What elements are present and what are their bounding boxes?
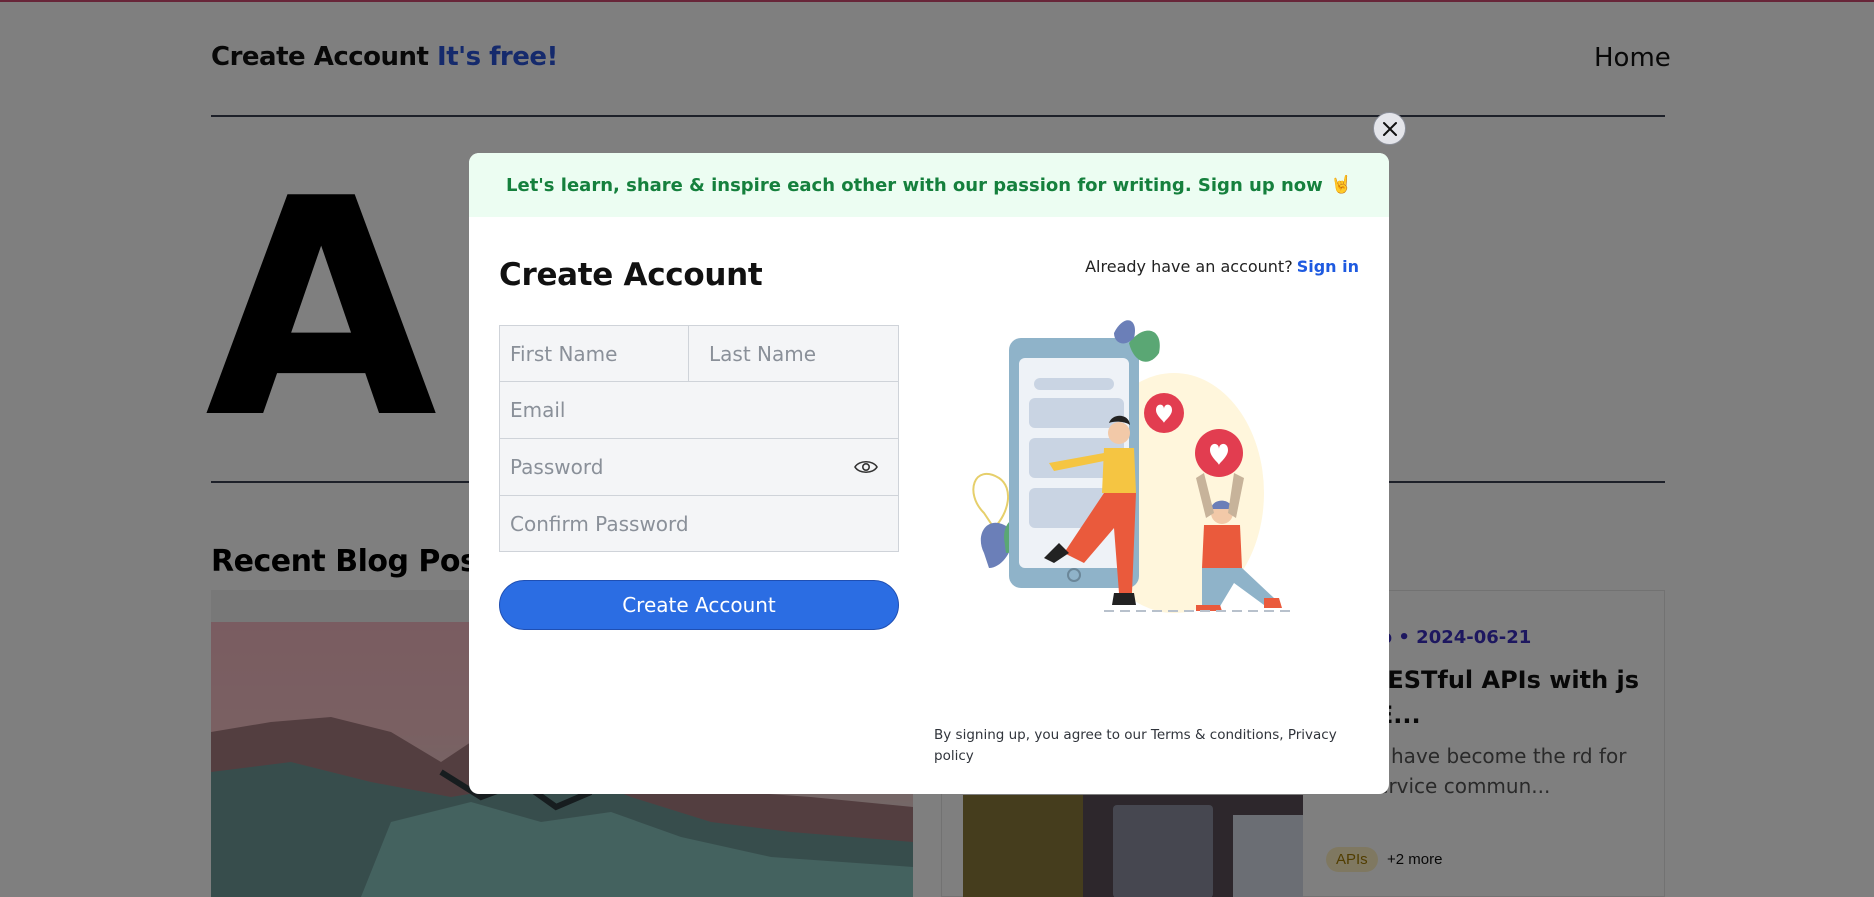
signin-link[interactable]: Sign in [1297,257,1359,276]
first-name-field[interactable]: First Name [499,325,689,382]
eye-icon[interactable] [854,457,878,477]
close-icon [1382,121,1397,136]
password-field[interactable]: Password [499,438,899,496]
signin-prompt-text: Already have an account? [1085,257,1293,276]
modal-title: Create Account [499,257,763,293]
close-button[interactable] [1373,112,1406,145]
signin-prompt: Already have an account? Sign in [1085,257,1359,276]
signup-illustration [972,320,1294,613]
confirm-password-placeholder: Confirm Password [510,511,689,536]
confirm-password-field[interactable]: Confirm Password [499,495,899,552]
signup-modal: Let's learn, share & inspire each other … [469,153,1389,794]
terms-text: By signing up, you agree to our Terms & … [934,727,1337,764]
banner-text: Let's learn, share & inspire each other … [506,174,1323,196]
create-account-button[interactable]: Create Account [499,580,899,630]
password-placeholder: Password [510,455,604,479]
rock-hand-icon: 🤘 [1330,175,1352,195]
last-name-field[interactable]: Last Name [688,325,899,382]
last-name-placeholder: Last Name [709,341,817,366]
signup-banner: Let's learn, share & inspire each other … [469,153,1389,217]
email-field[interactable]: Email [499,381,899,439]
email-placeholder: Email [510,398,566,422]
first-name-placeholder: First Name [510,341,618,366]
